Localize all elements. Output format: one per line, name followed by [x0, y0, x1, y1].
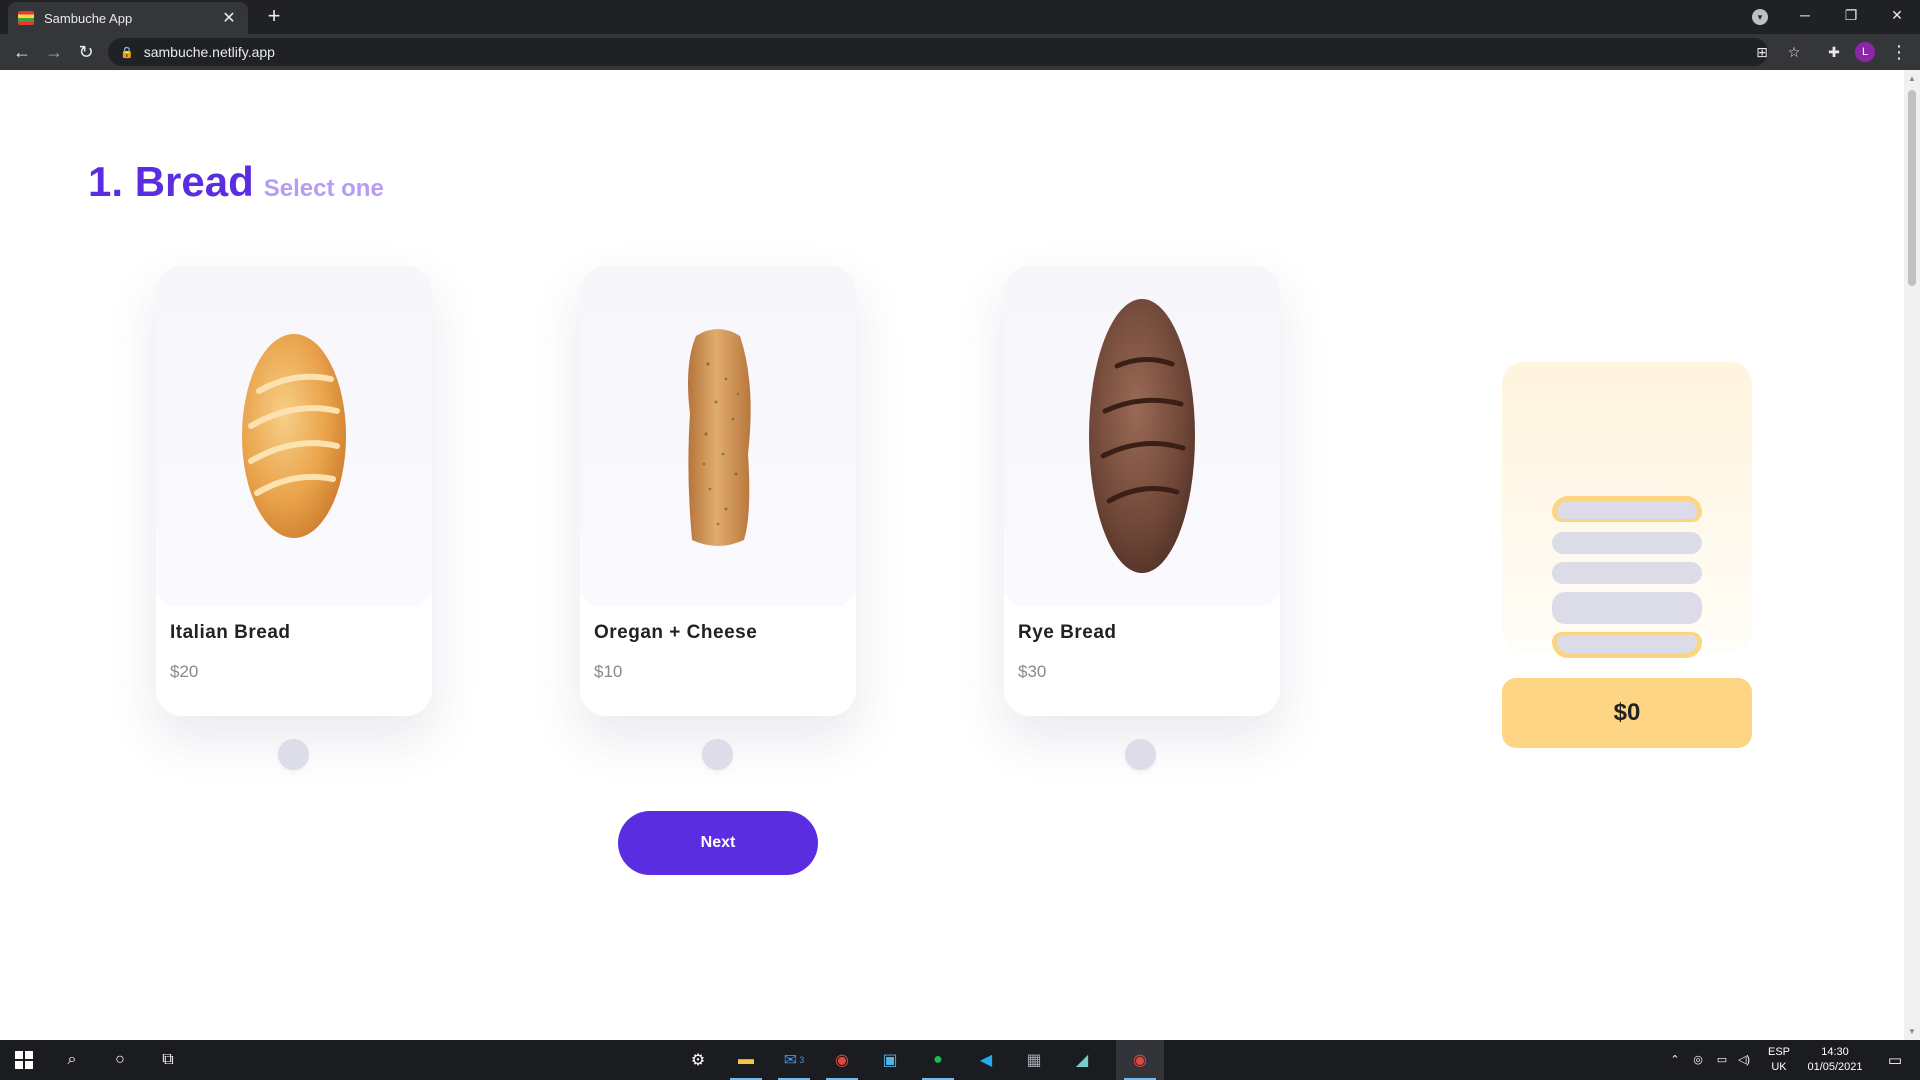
sandwich-preview	[1502, 362, 1752, 658]
search-icon[interactable]: ⌕	[48, 1040, 96, 1080]
empty-layer	[1552, 562, 1702, 584]
product-card-italian-bread[interactable]: Italian Bread $20	[156, 266, 432, 716]
vscode-icon[interactable]: ◀	[962, 1040, 1010, 1080]
notes-app-icon[interactable]: ◢	[1058, 1040, 1106, 1080]
mail-icon[interactable]: ✉ 3	[770, 1040, 818, 1080]
product-price: $30	[1018, 662, 1047, 681]
spotify-icon[interactable]: ●	[914, 1040, 962, 1080]
task-view-icon[interactable]: ⧉	[144, 1040, 192, 1080]
tray-chevron-icon[interactable]: ⌃	[1668, 1040, 1682, 1080]
clock[interactable]: 14:30 01/05/2021	[1800, 1040, 1870, 1080]
remote-desktop-icon[interactable]: ▣	[866, 1040, 914, 1080]
product-price: $10	[594, 662, 623, 681]
address-bar[interactable]: 🔒 sambuche.netlify.app	[108, 38, 1768, 66]
minimize-icon[interactable]: ─	[1782, 0, 1828, 30]
product-card-rye-bread[interactable]: Rye Bread $30	[1004, 266, 1280, 716]
scroll-down-icon[interactable]: ▼	[1904, 1027, 1920, 1036]
forward-arrow-icon[interactable]: →	[42, 40, 66, 64]
product-name: Rye Bread	[1018, 622, 1117, 643]
select-radio-italian-bread[interactable]	[278, 739, 309, 770]
url-text[interactable]: sambuche.netlify.app	[144, 44, 275, 60]
oregano-cheese-bread-icon	[688, 328, 751, 546]
product-name: Oregan + Cheese	[594, 622, 758, 643]
back-arrow-icon[interactable]: ←	[10, 40, 34, 64]
empty-layer	[1552, 532, 1702, 554]
mail-badge: 3	[799, 1055, 805, 1065]
language-indicator[interactable]: ESP UK	[1762, 1040, 1796, 1080]
window-close-icon[interactable]: ✕	[1874, 0, 1920, 30]
chrome-icon[interactable]: ◉	[818, 1040, 866, 1080]
windows-start-icon[interactable]	[0, 1040, 48, 1080]
scrollbar-thumb[interactable]	[1908, 90, 1916, 286]
windows-taskbar: ⌕ ○ ⧉ ⚙ ▬ ✉ 3 ◉ ▣ ● ◀ ▦ ◢ ◉ ⌃ ◎ ▭ ◁) ESP …	[0, 1040, 1920, 1080]
product-image-box	[580, 266, 856, 606]
cortana-icon[interactable]: ○	[96, 1040, 144, 1080]
download-indicator-icon[interactable]: ▾	[1752, 9, 1768, 25]
sandwich-favicon-icon	[18, 11, 34, 25]
volume-icon[interactable]: ◁)	[1734, 1040, 1754, 1080]
select-radio-rye-bread[interactable]	[1125, 739, 1156, 770]
section-title: 1. Bread	[88, 158, 254, 205]
page-content: 1. Bread Select one Italian Bread $20 Or…	[0, 70, 1904, 1040]
browser-menu-icon[interactable]: ⋮	[1890, 40, 1908, 64]
tab-close-icon[interactable]: ✕	[220, 8, 238, 28]
page-scrollbar[interactable]: ▲ ▼	[1904, 70, 1920, 1040]
file-explorer-icon[interactable]: ▬	[722, 1040, 770, 1080]
bookmark-star-icon[interactable]: ☆	[1782, 40, 1806, 64]
notifications-icon[interactable]: ▭	[1880, 1040, 1910, 1080]
translate-icon[interactable]: ⊞	[1750, 40, 1774, 64]
browser-tab[interactable]: Sambuche App ✕	[8, 2, 248, 34]
clock-date: 01/05/2021	[1807, 1061, 1863, 1073]
product-image-box	[156, 266, 432, 606]
browser-tab-strip: Sambuche App ✕ + ▾ ─ ❐ ✕	[0, 0, 1920, 34]
product-price: $20	[170, 662, 199, 681]
lock-icon: 🔒	[120, 46, 134, 59]
new-tab-button[interactable]: +	[262, 5, 286, 27]
restore-icon[interactable]: ❐	[1828, 0, 1874, 30]
next-button[interactable]: Next	[618, 811, 818, 875]
product-image-box	[1004, 266, 1280, 606]
product-name: Italian Bread	[170, 622, 291, 643]
product-card-oregano-cheese[interactable]: Oregan + Cheese $10	[580, 266, 856, 716]
bottom-bun-layer-icon	[1552, 632, 1702, 658]
network-icon[interactable]: ▭	[1712, 1040, 1732, 1080]
top-bun-layer-icon	[1552, 496, 1702, 522]
extensions-puzzle-icon[interactable]: ✚	[1822, 40, 1846, 64]
browser-toolbar: ← → ↻ 🔒 sambuche.netlify.app ⊞ ☆ ✚ L ⋮	[0, 34, 1920, 70]
clock-time: 14:30	[1821, 1046, 1849, 1058]
reload-icon[interactable]: ↻	[74, 40, 98, 64]
discord-tray-icon[interactable]: ◎	[1688, 1040, 1708, 1080]
keyboard-layout: UK	[1771, 1061, 1787, 1073]
select-radio-oregano-cheese[interactable]	[702, 739, 733, 770]
italian-bread-icon	[242, 334, 346, 538]
chrome-profile-icon[interactable]: ◉	[1116, 1040, 1164, 1080]
rye-bread-icon	[1089, 299, 1195, 573]
total-price: $0	[1502, 678, 1752, 748]
profile-avatar[interactable]: L	[1855, 42, 1875, 62]
language-code: ESP	[1767, 1046, 1790, 1058]
settings-gear-icon[interactable]: ⚙	[674, 1040, 722, 1080]
tab-title: Sambuche App	[44, 10, 133, 26]
section-subtitle: Select one	[263, 175, 384, 202]
calculator-icon[interactable]: ▦	[1010, 1040, 1058, 1080]
empty-layer	[1552, 592, 1702, 624]
scroll-up-icon[interactable]: ▲	[1904, 74, 1920, 83]
section-heading: 1. Bread Select one	[88, 158, 384, 206]
